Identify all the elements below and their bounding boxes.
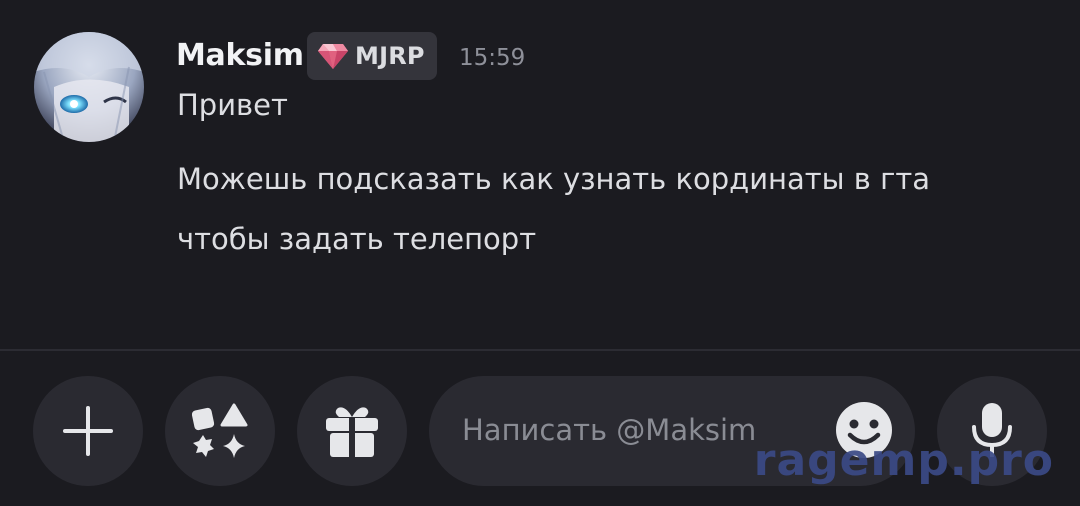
message-line: Привет (177, 88, 288, 122)
apps-icon (191, 403, 248, 458)
add-attachment-button[interactable] (33, 376, 143, 486)
author-name[interactable]: Maksim (176, 38, 304, 73)
apps-button[interactable] (165, 376, 275, 486)
dm-screen: Maksim MJRP 15:59 Привет Можешь подсказа… (0, 0, 1080, 506)
avatar[interactable] (34, 32, 144, 142)
watermark: ragemp.pro (753, 435, 1054, 486)
guild-tag[interactable]: MJRP (307, 32, 437, 80)
message-line: чтобы задать телепорт (177, 222, 537, 256)
message-timestamp: 15:59 (459, 45, 526, 71)
message-input-placeholder: Написать @Maksim (462, 413, 757, 447)
guild-tag-label: MJRP (355, 42, 425, 70)
gift-button[interactable] (297, 376, 407, 486)
message-line: Можешь подсказать как узнать кординаты в… (177, 162, 931, 196)
gem-icon (318, 44, 348, 69)
plus-icon (63, 406, 113, 456)
gift-icon (326, 407, 378, 457)
